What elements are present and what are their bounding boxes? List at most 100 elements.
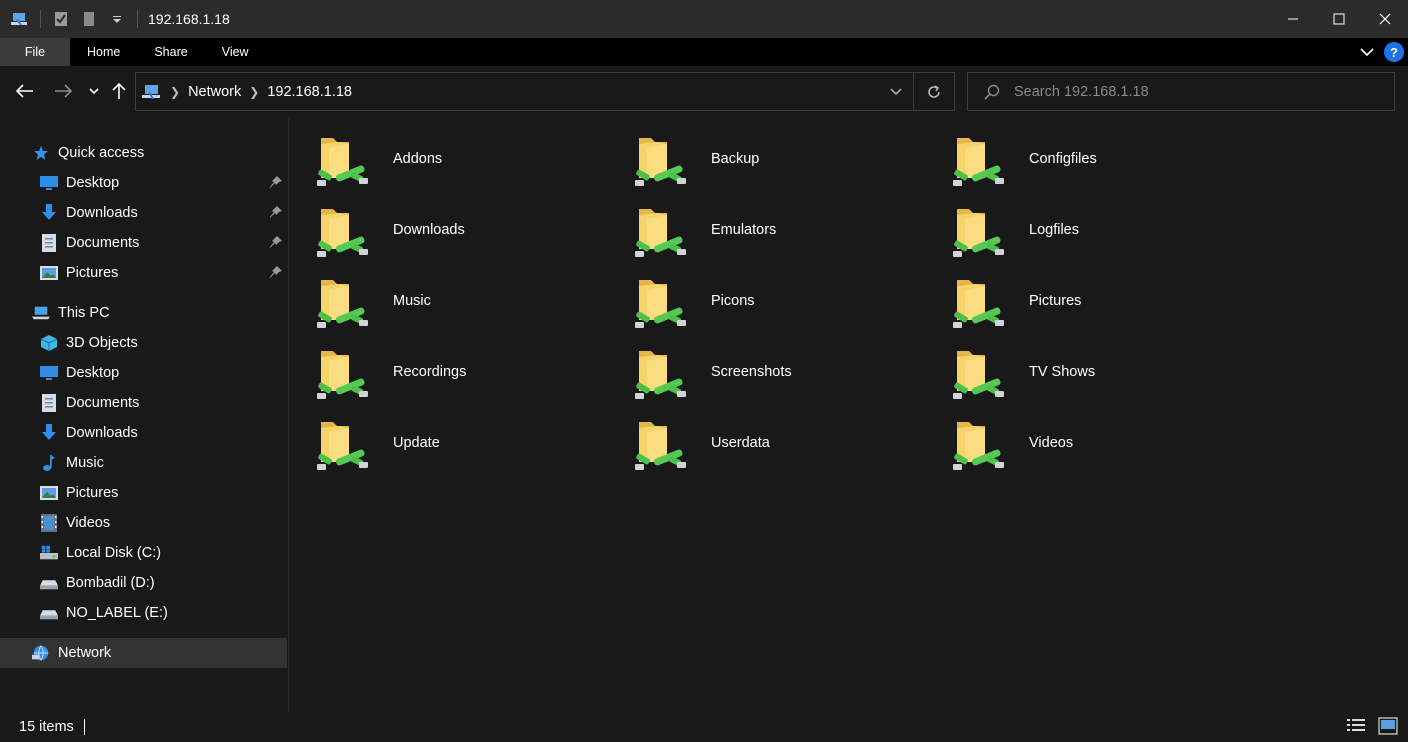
sidebar-item-music[interactable]: Music: [0, 448, 287, 478]
sidebar-item-3d-objects[interactable]: 3D Objects: [0, 328, 287, 358]
network-folder-icon: [315, 343, 383, 407]
sidebar-item-bombadil-d[interactable]: Bombadil (D:): [0, 568, 287, 598]
network-folder-icon: [633, 130, 701, 194]
sidebar-item-quick-access[interactable]: Quick access: [0, 138, 287, 168]
network-folder-icon: [951, 272, 1019, 336]
sidebar-item-videos[interactable]: Videos: [0, 508, 287, 538]
ribbon-tabs: File Home Share View ?: [0, 38, 1408, 66]
folder-name: TV Shows: [1029, 364, 1096, 380]
back-button[interactable]: [13, 79, 37, 103]
tab-file[interactable]: File: [0, 38, 70, 66]
folder-name: Userdata: [711, 435, 770, 451]
folder-item[interactable]: TV Shows: [951, 343, 1251, 407]
folder-item[interactable]: Logfiles: [951, 201, 1251, 265]
refresh-button[interactable]: [914, 73, 954, 110]
sidebar-item-desktop[interactable]: Desktop: [0, 358, 287, 388]
network-folder-icon: [633, 414, 701, 478]
folder-item[interactable]: Emulators: [633, 201, 933, 265]
folder-name: Videos: [1029, 435, 1074, 451]
sidebar-item-label: Desktop: [66, 175, 120, 191]
details-view-icon[interactable]: [1346, 717, 1366, 739]
search-box[interactable]: [967, 72, 1395, 111]
network-folder-icon: [315, 414, 383, 478]
sidebar-item-documents[interactable]: Documents: [0, 388, 287, 418]
sidebar-item-this-pc[interactable]: This PC: [0, 298, 287, 328]
maximize-button[interactable]: [1316, 0, 1362, 38]
sidebar-item-qa-pictures[interactable]: Pictures: [0, 258, 287, 288]
sidebar-item-label: Documents: [66, 235, 140, 251]
pin-icon[interactable]: [269, 205, 283, 223]
network-folder-icon: [951, 201, 1019, 265]
customize-quick-access-icon[interactable]: [107, 9, 127, 29]
address-bar[interactable]: ❯ Network ❯ 192.168.1.18: [135, 72, 955, 111]
folder-name: Screenshots: [711, 364, 792, 380]
sidebar-item-downloads[interactable]: Downloads: [0, 418, 287, 448]
sidebar-item-local-disk-c[interactable]: Local Disk (C:): [0, 538, 287, 568]
folder-item[interactable]: Videos: [951, 414, 1251, 478]
navigation-pane: Quick access Desktop Downloads Documents…: [0, 118, 287, 712]
folder-item[interactable]: Update: [315, 414, 615, 478]
folder-item[interactable]: Downloads: [315, 201, 615, 265]
item-count: 15 items: [19, 719, 74, 735]
folder-item[interactable]: Userdata: [633, 414, 933, 478]
sidebar-item-qa-documents[interactable]: Documents: [0, 228, 287, 258]
network-location-icon: [142, 83, 162, 101]
sidebar-item-label: Documents: [66, 395, 140, 411]
documents-icon: [40, 394, 58, 412]
folder-name: Recordings: [393, 364, 467, 380]
search-input[interactable]: [1014, 83, 1394, 100]
sidebar-item-label: Videos: [66, 515, 111, 531]
sidebar-item-label: Local Disk (C:): [66, 545, 162, 561]
folder-item[interactable]: Music: [315, 272, 615, 336]
folder-item[interactable]: Screenshots: [633, 343, 933, 407]
chevron-right-icon: ❯: [249, 84, 260, 99]
tab-share[interactable]: Share: [137, 38, 204, 66]
minimize-button[interactable]: [1270, 0, 1316, 38]
pictures-icon: [40, 264, 58, 282]
folder-item[interactable]: Addons: [315, 130, 615, 194]
folder-item[interactable]: Pictures: [951, 272, 1251, 336]
sidebar-item-label: Downloads: [66, 205, 138, 221]
network-folder-icon: [951, 343, 1019, 407]
pin-icon[interactable]: [269, 265, 283, 283]
sidebar-item-label: 3D Objects: [66, 335, 138, 351]
new-folder-icon[interactable]: [79, 9, 99, 29]
sidebar-item-label: Downloads: [66, 425, 138, 441]
folder-name: Logfiles: [1029, 222, 1079, 238]
search-icon: [984, 84, 1000, 100]
title-bar: 192.168.1.18: [0, 0, 1408, 38]
tab-home[interactable]: Home: [70, 38, 137, 66]
folder-item[interactable]: Recordings: [315, 343, 615, 407]
sidebar-item-qa-desktop[interactable]: Desktop: [0, 168, 287, 198]
sidebar-item-pictures[interactable]: Pictures: [0, 478, 287, 508]
address-history-dropdown[interactable]: [879, 73, 913, 110]
folder-name: Emulators: [711, 222, 777, 238]
sidebar-item-network[interactable]: Network: [0, 638, 287, 668]
drive-icon: [40, 604, 58, 622]
breadcrumb-network[interactable]: Network: [188, 84, 241, 100]
3d-objects-icon: [40, 334, 58, 352]
chevron-right-icon: ❯: [170, 84, 181, 99]
breadcrumb-current[interactable]: 192.168.1.18: [267, 84, 352, 100]
sidebar-item-no-label-e[interactable]: NO_LABEL (E:): [0, 598, 287, 628]
tab-view[interactable]: View: [205, 38, 266, 66]
network-icon: [32, 644, 50, 662]
folder-item[interactable]: Configfiles: [951, 130, 1251, 194]
expand-ribbon-icon[interactable]: [1360, 44, 1374, 60]
status-bar: 15 items: [0, 712, 1408, 742]
forward-button[interactable]: [51, 79, 75, 103]
large-icons-view-icon[interactable]: [1378, 717, 1398, 739]
folder-item[interactable]: Backup: [633, 130, 933, 194]
close-button[interactable]: [1362, 0, 1408, 38]
folder-item[interactable]: Picons: [633, 272, 933, 336]
documents-icon: [40, 234, 58, 252]
pin-icon[interactable]: [269, 175, 283, 193]
properties-icon[interactable]: [51, 9, 71, 29]
folder-name: Music: [393, 293, 431, 309]
sidebar-item-qa-downloads[interactable]: Downloads: [0, 198, 287, 228]
downloads-icon: [40, 424, 58, 442]
pin-icon[interactable]: [269, 235, 283, 253]
help-icon[interactable]: ?: [1384, 42, 1404, 62]
recent-locations-button[interactable]: [82, 79, 106, 103]
up-button[interactable]: [107, 79, 131, 103]
